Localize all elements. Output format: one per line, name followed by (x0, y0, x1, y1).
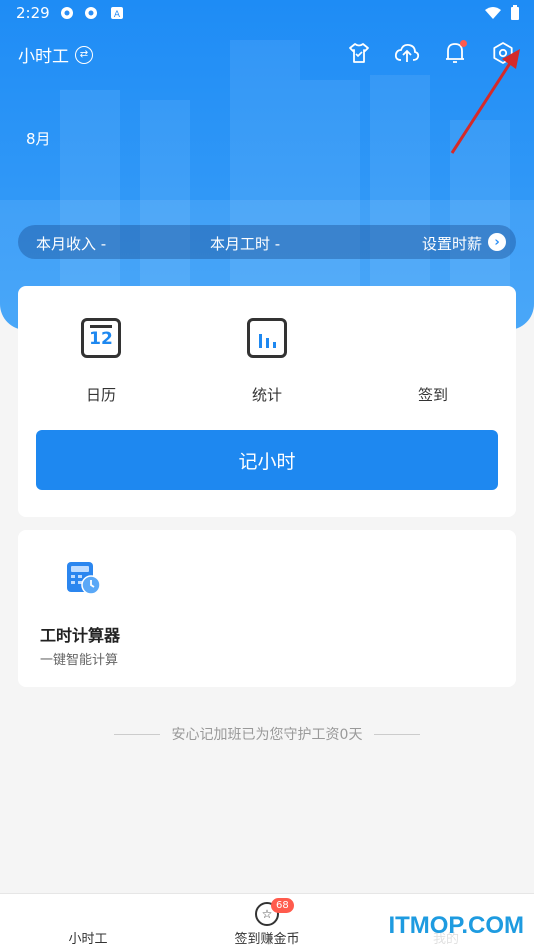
cloud-backup-button[interactable] (394, 40, 420, 66)
calendar-label: 日历 (85, 386, 116, 404)
annotation-arrow (450, 49, 520, 154)
calculator-clock-icon (67, 562, 101, 595)
main-actions-card: 12 日历 统计 签到 记小时 (18, 286, 516, 517)
skin-button[interactable] (346, 40, 372, 66)
coin-badge: 68 (271, 898, 294, 913)
protection-text: 安心记加班已为您守护工资0天 (171, 727, 363, 743)
app-notification-icon (85, 7, 97, 19)
tool-subtitle: 一键智能计算 (40, 653, 119, 668)
chart-icon (247, 318, 287, 358)
monthly-hours: 本月工时 - (210, 235, 281, 253)
statistics-shortcut[interactable]: 统计 (207, 318, 327, 405)
current-month: 8月 (26, 130, 51, 148)
tab-label: 签到赚金币 (234, 932, 300, 947)
calendar-icon: 12 (81, 318, 121, 358)
hours-calculator-card[interactable]: 工时计算器 一键智能计算 (18, 530, 516, 687)
month-summary-bar[interactable]: 本月收入 - 本月工时 - 设置时薪 › (18, 225, 516, 259)
chevron-right-icon: › (488, 233, 506, 251)
set-hourly-wage-link[interactable]: 设置时薪 (422, 233, 482, 254)
tab-label: 小时工 (68, 932, 108, 947)
statistics-label: 统计 (251, 386, 282, 404)
status-time: 2:29 (16, 4, 50, 22)
checkin-icon (413, 318, 453, 358)
monthly-income: 本月收入 - (36, 235, 107, 253)
switch-icon: ⇄ (75, 45, 93, 64)
mode-switcher[interactable]: 小时工 ⇄ (18, 42, 93, 67)
wifi-icon (485, 7, 501, 19)
divider (113, 733, 160, 735)
watermark-logo: ITMOP.COM (388, 912, 524, 939)
app-title: 小时工 (18, 47, 69, 67)
svg-text:A: A (114, 10, 121, 20)
keyboard-notification-icon: A (111, 7, 123, 20)
checkin-label: 签到 (417, 386, 448, 404)
calendar-shortcut[interactable]: 12 日历 (41, 318, 161, 405)
checkin-shortcut[interactable]: 签到 (373, 318, 493, 405)
tshirt-icon (349, 43, 369, 63)
battery-icon (511, 5, 519, 20)
cloud-upload-icon (394, 43, 420, 62)
divider (374, 733, 421, 735)
record-hours-button[interactable]: 记小时 (36, 430, 498, 490)
tab-home[interactable]: 小时工 (28, 894, 148, 950)
tab-earn-coins[interactable]: ☆ 68 签到赚金币 (207, 894, 327, 950)
protection-notice: 安心记加班已为您守护工资0天 (0, 724, 534, 744)
app-notification-icon (61, 7, 73, 19)
status-bar: 2:29 A (0, 0, 534, 28)
tool-title: 工时计算器 (40, 626, 121, 645)
